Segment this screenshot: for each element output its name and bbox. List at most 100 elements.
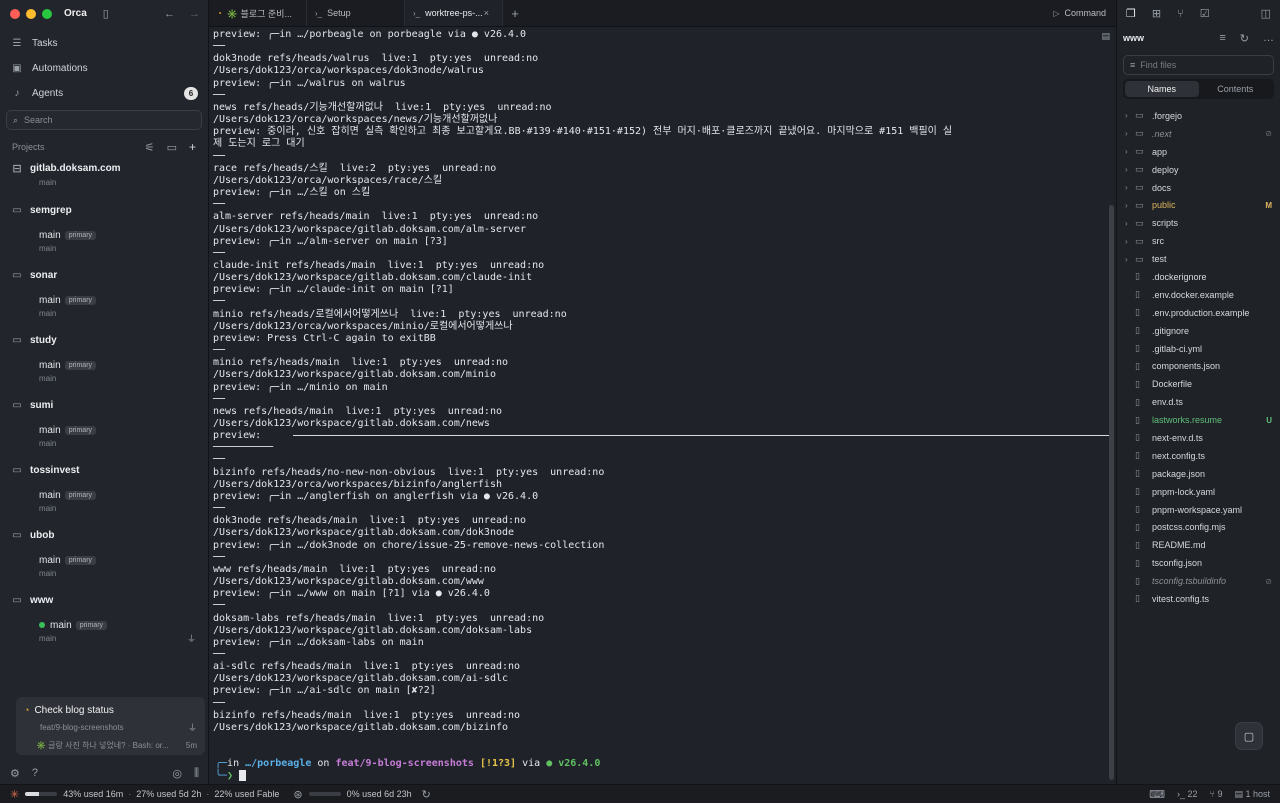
- help-icon[interactable]: ?: [32, 767, 38, 779]
- worktree-item[interactable]: main primary main ⏚: [12, 618, 196, 645]
- file-item[interactable]: ▯ pnpm-lock.yaml: [1117, 483, 1280, 501]
- file-item[interactable]: ▯ package.json: [1117, 465, 1280, 483]
- folder-item[interactable]: › ▭ docs: [1117, 179, 1280, 197]
- minimize-window-button[interactable]: [26, 8, 36, 19]
- worktree-item[interactable]: main primary main: [12, 553, 196, 580]
- file-name: .gitignore: [1152, 325, 1190, 336]
- file-item[interactable]: ▯ vitest.config.ts: [1117, 590, 1280, 608]
- terminals-count[interactable]: ›_ 22: [1177, 789, 1198, 799]
- file-item[interactable]: ▯ next-env.d.ts: [1117, 429, 1280, 447]
- file-item[interactable]: ▯ next.config.ts: [1117, 447, 1280, 465]
- close-icon[interactable]: ×: [484, 8, 489, 18]
- git-branch-icon[interactable]: ⑂: [1177, 8, 1184, 20]
- project-group[interactable]: ▭ sonar main primary main: [0, 265, 208, 320]
- chevron-right-icon: ›: [1125, 165, 1128, 175]
- checklist-icon[interactable]: ☑: [1200, 7, 1210, 20]
- names-tab[interactable]: Names: [1125, 81, 1199, 97]
- usage-3: 22% used Fable: [214, 789, 280, 799]
- contents-tab[interactable]: Contents: [1199, 81, 1273, 97]
- tab-blog[interactable]: ◔ ✳️ 블로그 준비...: [209, 0, 307, 26]
- file-item[interactable]: ▯ .gitlab-ci.yml: [1117, 340, 1280, 358]
- repo-branch: main: [39, 178, 57, 187]
- gear-icon[interactable]: ⚙: [10, 767, 20, 780]
- terminal-scrollbar[interactable]: [1109, 205, 1114, 780]
- collapse-icon[interactable]: ≡: [1219, 32, 1225, 45]
- find-files-input[interactable]: ≡ Find files: [1123, 55, 1274, 75]
- file-item[interactable]: ▯ env.d.ts: [1117, 393, 1280, 411]
- folder-item[interactable]: › ▭ app: [1117, 143, 1280, 161]
- file-item[interactable]: ▯ pnpm-workspace.yaml: [1117, 501, 1280, 519]
- sidebar-toggle-icon[interactable]: ▯: [103, 7, 109, 20]
- file-icon: ▯: [1135, 432, 1140, 443]
- refresh-icon[interactable]: ↻: [422, 788, 431, 801]
- folder-item[interactable]: › ▭ .forgejo: [1117, 107, 1280, 125]
- folder-item[interactable]: › ▭ .next ⊘: [1117, 125, 1280, 143]
- file-item[interactable]: ▯ tsconfig.json: [1117, 554, 1280, 572]
- file-item[interactable]: ▯ .dockerignore: [1117, 268, 1280, 286]
- back-arrow-icon[interactable]: ←: [164, 8, 175, 20]
- floating-panel-button[interactable]: ▢: [1235, 722, 1263, 750]
- project-group[interactable]: ▭ semgrep main primary main: [0, 200, 208, 255]
- bars-icon[interactable]: ⫼: [194, 767, 199, 780]
- worktree-item[interactable]: main primary main: [12, 423, 196, 450]
- folder-item[interactable]: › ▭ public M: [1117, 196, 1280, 214]
- filter-icon[interactable]: ⚟: [145, 140, 155, 154]
- file-item[interactable]: ▯ .env.production.example: [1117, 304, 1280, 322]
- nav-tasks[interactable]: ☰ Tasks: [0, 31, 208, 56]
- file-item[interactable]: ▯ .env.docker.example: [1117, 286, 1280, 304]
- task-card[interactable]: ◔ Check blog status feat/9-blog-screensh…: [16, 697, 205, 755]
- folder-item[interactable]: › ▭ src: [1117, 232, 1280, 250]
- panel-toggle-icon[interactable]: ◫: [1261, 7, 1271, 20]
- project-group[interactable]: ▭ www main primary main ⏚: [0, 590, 208, 645]
- more-icon[interactable]: …: [1263, 32, 1274, 45]
- crosshair-icon[interactable]: ◎: [172, 767, 182, 780]
- file-item[interactable]: ▯ tsconfig.tsbuildinfo ⊘: [1117, 572, 1280, 590]
- command-button[interactable]: ▷ Command: [1053, 0, 1116, 26]
- forward-arrow-icon[interactable]: →: [189, 8, 200, 20]
- close-window-button[interactable]: [10, 8, 20, 19]
- worktree-item[interactable]: main primary main: [12, 488, 196, 515]
- file-item[interactable]: ▯ lastworks.resume U: [1117, 411, 1280, 429]
- branches-count[interactable]: ⑂ 9: [1210, 789, 1223, 799]
- folder-item[interactable]: › ▭ deploy: [1117, 161, 1280, 179]
- file-item[interactable]: ▯ Dockerfile: [1117, 375, 1280, 393]
- project-group[interactable]: ▭ sumi main primary main: [0, 395, 208, 450]
- project-group[interactable]: ▭ tossinvest main primary main: [0, 460, 208, 515]
- folder-item[interactable]: › ▭ test: [1117, 250, 1280, 268]
- tab-worktree[interactable]: ›_ worktree-ps-... ×: [405, 0, 503, 26]
- folder-item[interactable]: › ▭ scripts: [1117, 214, 1280, 232]
- keyboard-icon[interactable]: ⌨: [1149, 788, 1165, 801]
- terminal-prompt[interactable]: ╭─in …/porbeagle on feat/9-blog-screensh…: [215, 758, 600, 783]
- group-name: ubob: [30, 529, 55, 541]
- file-name: Dockerfile: [1152, 379, 1193, 390]
- file-icon: ▯: [1135, 378, 1140, 389]
- refresh-icon[interactable]: ↻: [1240, 32, 1249, 45]
- nav-automations[interactable]: ▣ Automations: [0, 56, 208, 81]
- worktree-item[interactable]: main primary main: [12, 293, 196, 320]
- file-item[interactable]: ▯ postcss.config.mjs: [1117, 518, 1280, 536]
- zoom-window-button[interactable]: [42, 8, 52, 19]
- terminal-pane[interactable]: preview: ╭─in …/porbeagle on porbeagle v…: [209, 27, 1116, 784]
- find-files-placeholder: Find files: [1140, 60, 1177, 70]
- tab-setup[interactable]: ›_ Setup: [307, 0, 405, 26]
- file-item[interactable]: ▯ components.json: [1117, 357, 1280, 375]
- file-item[interactable]: ▯ .gitignore: [1117, 322, 1280, 340]
- grid-icon[interactable]: ⊞: [1152, 7, 1161, 20]
- orca-window: Orca ▯ ← → ☰ Tasks ▣ Automations ♪ Agent…: [0, 0, 1280, 803]
- file-icon: ▯: [1135, 557, 1140, 568]
- repo-item[interactable]: ⊟ gitlab.doksam.com main: [0, 158, 208, 190]
- hosts-count[interactable]: ▤ 1 host: [1234, 789, 1270, 800]
- folder-add-icon[interactable]: ▭: [167, 140, 177, 154]
- worktree-item[interactable]: main primary main: [12, 358, 196, 385]
- nav-agents[interactable]: ♪ Agents 6: [0, 81, 208, 106]
- project-group[interactable]: ▭ study main primary main: [0, 330, 208, 385]
- new-tab-button[interactable]: +: [503, 0, 527, 26]
- sidebar-search-input[interactable]: ⌕ Search: [6, 110, 202, 130]
- worktree-item[interactable]: main primary main: [12, 228, 196, 255]
- plus-icon[interactable]: +: [189, 140, 196, 154]
- project-group[interactable]: ▭ ubob main primary main: [0, 525, 208, 580]
- files-icon[interactable]: ❐: [1126, 7, 1136, 20]
- file-item[interactable]: ▯ README.md: [1117, 536, 1280, 554]
- usage-2: 27% used 5d 2h: [136, 789, 202, 799]
- save-icon[interactable]: ▤: [1101, 31, 1110, 42]
